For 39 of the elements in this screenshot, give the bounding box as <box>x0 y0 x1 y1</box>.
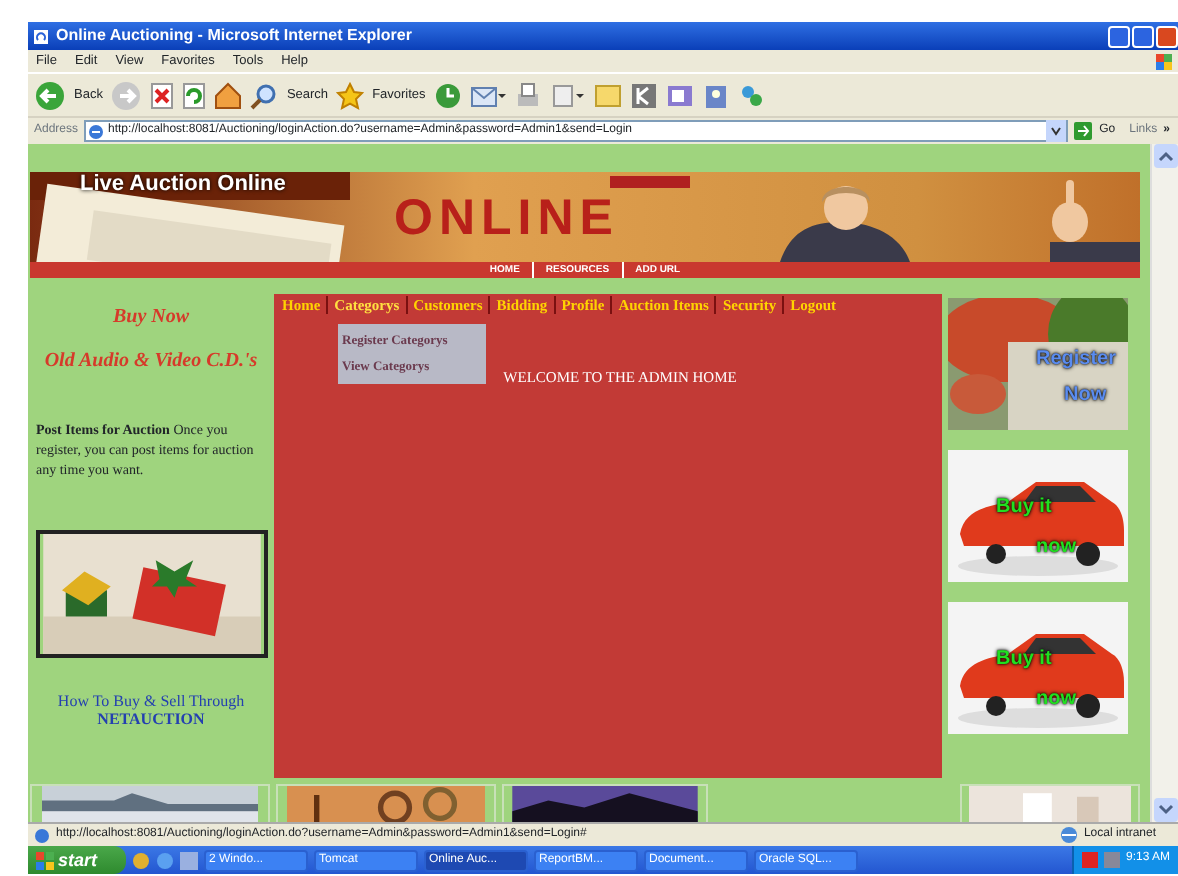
page-icon <box>34 827 50 843</box>
ie-icon[interactable] <box>155 851 174 869</box>
globe-icon <box>1059 826 1078 844</box>
banner-title: Live Auction Online <box>80 172 286 199</box>
folder-icon[interactable] <box>593 81 622 109</box>
page-icon <box>88 123 105 139</box>
subheadline: Old Audio & Video C.D.'s <box>42 350 260 372</box>
maximize-button[interactable] <box>1132 25 1154 47</box>
back-icon <box>34 79 66 111</box>
banner-logo: ONLINE <box>394 194 619 244</box>
headline: Buy Now <box>110 306 192 330</box>
ad-text[interactable]: Register <box>1036 350 1117 370</box>
how-to-link[interactable]: How To Buy & Sell Through NETAUCTION <box>36 694 266 731</box>
history-icon[interactable] <box>433 81 462 109</box>
ie-icon <box>32 27 50 45</box>
windows-logo-icon <box>1154 51 1174 71</box>
home-icon[interactable] <box>214 81 243 109</box>
ad-text[interactable]: Buy it <box>996 650 1052 670</box>
close-button[interactable] <box>1156 25 1178 47</box>
windows-logo-icon <box>36 851 54 869</box>
edit-icon[interactable] <box>549 81 586 109</box>
desktop-icon[interactable] <box>179 851 198 869</box>
search-icon <box>250 81 279 109</box>
messenger-icon[interactable] <box>737 81 766 109</box>
refresh-icon[interactable] <box>182 81 207 109</box>
minimize-button[interactable] <box>1108 25 1130 47</box>
start-button[interactable]: start <box>28 846 126 874</box>
ad-text[interactable]: Now <box>1064 386 1107 406</box>
scroll-up-icon[interactable] <box>1153 144 1177 168</box>
dropdown-icon[interactable] <box>1045 120 1066 142</box>
star-icon <box>336 81 365 109</box>
scroll-down-icon[interactable] <box>1153 798 1177 822</box>
ad-text[interactable]: Buy it <box>996 498 1052 518</box>
mail-icon[interactable] <box>469 81 506 109</box>
window-title: Online Auctioning - Microsoft Internet Explorer <box>56 26 412 46</box>
browser-icon[interactable] <box>131 851 150 869</box>
stop-icon[interactable] <box>150 81 175 109</box>
print-icon[interactable] <box>513 81 542 109</box>
go-arrow-icon <box>1073 122 1092 140</box>
